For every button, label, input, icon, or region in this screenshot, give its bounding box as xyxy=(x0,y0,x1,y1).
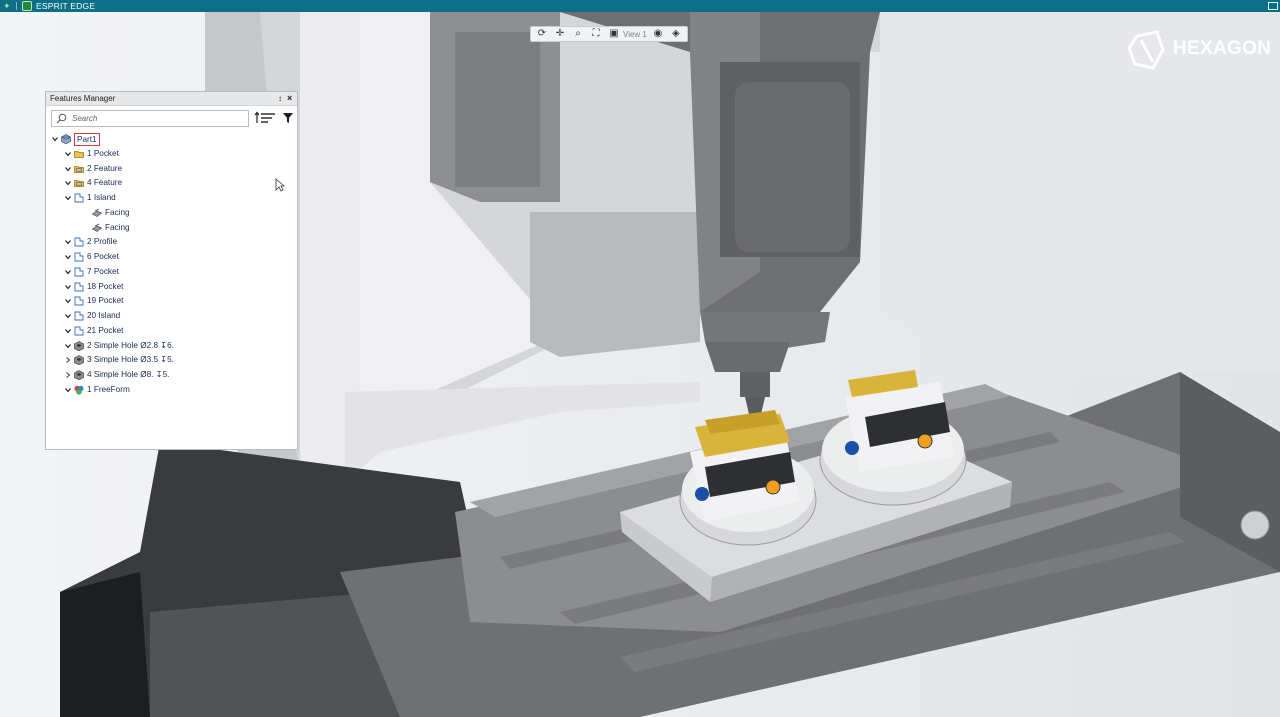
app-title: ESPRIT EDGE xyxy=(36,1,96,11)
brand-wordmark: HEXAGON xyxy=(1173,38,1272,59)
chevron-down-icon[interactable] xyxy=(64,250,72,264)
tree-item-label: 1 Island xyxy=(87,193,116,202)
hole-feature-icon xyxy=(74,370,84,381)
tree-item-label: 2 Simple Hole Ø2.8 ↧6. xyxy=(87,340,174,350)
tree-item-label: 4 Simple Hole Ø8. ↧5. xyxy=(87,370,170,379)
hole-feature-icon xyxy=(74,340,84,351)
chevron-down-icon[interactable] xyxy=(64,191,72,205)
render-mode-icon[interactable]: ◈ xyxy=(669,28,683,40)
tree-item-label: 18 Pocket xyxy=(87,281,124,291)
hexagon-logo: HEXAGON xyxy=(1127,30,1272,70)
chain-feature-icon xyxy=(74,252,84,262)
close-icon[interactable]: × xyxy=(287,92,292,105)
chain-feature-icon xyxy=(74,267,84,277)
tree-item-label: 1 Pocket xyxy=(87,148,119,158)
tree-item[interactable]: 18 Pocket xyxy=(46,280,296,294)
part-icon xyxy=(61,134,71,145)
restore-window-icon[interactable] xyxy=(1268,2,1278,10)
chevron-down-icon[interactable] xyxy=(64,324,72,338)
view-name[interactable]: View 1 xyxy=(623,30,647,39)
hexagon-mark-icon xyxy=(1127,30,1165,70)
hole-feature-icon xyxy=(74,355,84,366)
mouse-cursor-icon xyxy=(275,178,285,192)
visibility-icon[interactable]: ◉ xyxy=(651,28,665,40)
chevron-right-icon[interactable] xyxy=(64,353,72,367)
chevron-down-icon[interactable] xyxy=(64,265,72,279)
chevron-down-icon[interactable] xyxy=(64,176,72,190)
view-toolbar: ⟳ ✛ ⌕ ⛶ ▣ View 1 ◉ ◈ xyxy=(530,26,688,42)
chevron-right-icon[interactable] xyxy=(64,368,72,382)
tree-item[interactable]: 3 Simple Hole Ø3.5 ↧5. xyxy=(46,353,296,367)
search-box xyxy=(51,110,249,127)
tree-item[interactable]: 2 Simple Hole Ø2.8 ↧6. xyxy=(46,339,296,353)
chevron-down-icon[interactable] xyxy=(64,339,72,353)
chain-feature-icon xyxy=(74,326,84,336)
tree-item-label: 6 Pocket xyxy=(87,252,119,261)
chain-feature-icon xyxy=(74,311,84,321)
pan-icon[interactable]: ✛ xyxy=(553,28,567,40)
filter-icon[interactable] xyxy=(282,112,294,124)
tree-item[interactable]: 2 Feature xyxy=(46,162,296,176)
tree-item-label: 19 Pocket xyxy=(87,296,124,306)
chain-feature-icon xyxy=(74,296,84,306)
folder-icon xyxy=(74,149,84,159)
pin-icon[interactable]: ↕ xyxy=(278,92,282,105)
rotate-icon[interactable]: ⟳ xyxy=(535,28,549,40)
tree-item[interactable]: 1 Island xyxy=(46,191,296,205)
tree-item-label: Facing xyxy=(105,222,130,232)
esprit-app-icon xyxy=(22,1,32,11)
tree-item[interactable]: Part1 xyxy=(46,132,296,146)
search-icon xyxy=(56,113,67,124)
chevron-down-icon[interactable] xyxy=(64,235,72,249)
title-separator xyxy=(16,2,17,10)
facing-operation-icon xyxy=(91,208,103,218)
tree-item[interactable]: 19 Pocket xyxy=(46,294,296,308)
chevron-down-icon[interactable] xyxy=(64,147,72,161)
feature-group-icon xyxy=(74,164,84,174)
search-input[interactable] xyxy=(72,113,242,124)
tree-item-label: 1 FreeForm xyxy=(87,384,130,394)
sort-icon[interactable] xyxy=(254,111,276,125)
tree-item[interactable]: 2 Profile xyxy=(46,235,296,249)
tree-item[interactable]: 6 Pocket xyxy=(46,250,296,264)
tree-item-label: 7 Pocket xyxy=(87,266,119,276)
features-manager-panel: Features Manager ↕ × Part1 1 Pocket 2 Feat… xyxy=(45,91,298,450)
facing-operation-icon xyxy=(91,223,103,233)
panel-title: Features Manager xyxy=(50,94,116,103)
tree-item-label: 21 Pocket xyxy=(87,325,124,335)
panel-header: Features Manager ↕ × xyxy=(46,92,297,106)
tree-item[interactable]: 4 Feature xyxy=(46,176,296,190)
app-menu-icon[interactable]: ✦ xyxy=(3,1,13,11)
feature-group-icon xyxy=(74,178,84,188)
chevron-down-icon[interactable] xyxy=(64,162,72,176)
tree-item[interactable]: 21 Pocket xyxy=(46,324,296,338)
tree-item[interactable]: 20 Island xyxy=(46,309,296,323)
tree-item[interactable]: 7 Pocket xyxy=(46,265,296,279)
tree-item[interactable]: 1 FreeForm xyxy=(46,383,296,397)
chain-feature-icon xyxy=(74,282,84,292)
chevron-down-icon[interactable] xyxy=(64,280,72,294)
tree-item-label: 2 Feature xyxy=(87,163,123,173)
view-cube-icon[interactable]: ▣ xyxy=(607,28,621,40)
zoom-icon[interactable]: ⌕ xyxy=(571,28,585,40)
freeform-icon xyxy=(74,385,84,395)
chevron-down-icon[interactable] xyxy=(64,309,72,323)
chevron-down-icon[interactable] xyxy=(64,294,72,308)
tree-item-label: Facing xyxy=(105,207,130,217)
fit-icon[interactable]: ⛶ xyxy=(589,28,603,40)
tree-item-label: Part1 xyxy=(74,133,100,146)
chain-feature-icon xyxy=(74,193,84,203)
tree-item-label: 4 Feature xyxy=(87,178,123,188)
title-bar: ✦ ESPRIT EDGE xyxy=(0,0,1280,12)
tree-item[interactable]: Facing xyxy=(46,206,296,220)
tree-item[interactable]: Facing xyxy=(46,221,296,235)
tree-item-label: 20 Island xyxy=(87,311,121,320)
tree-item[interactable]: 1 Pocket xyxy=(46,147,296,161)
chain-feature-icon xyxy=(74,237,84,247)
tree-item-label: 3 Simple Hole Ø3.5 ↧5. xyxy=(87,355,174,365)
tree-item[interactable]: 4 Simple Hole Ø8. ↧5. xyxy=(46,368,296,382)
chevron-down-icon[interactable] xyxy=(64,383,72,397)
tree-item-label: 2 Profile xyxy=(87,237,118,247)
chevron-down-icon[interactable] xyxy=(51,132,59,146)
